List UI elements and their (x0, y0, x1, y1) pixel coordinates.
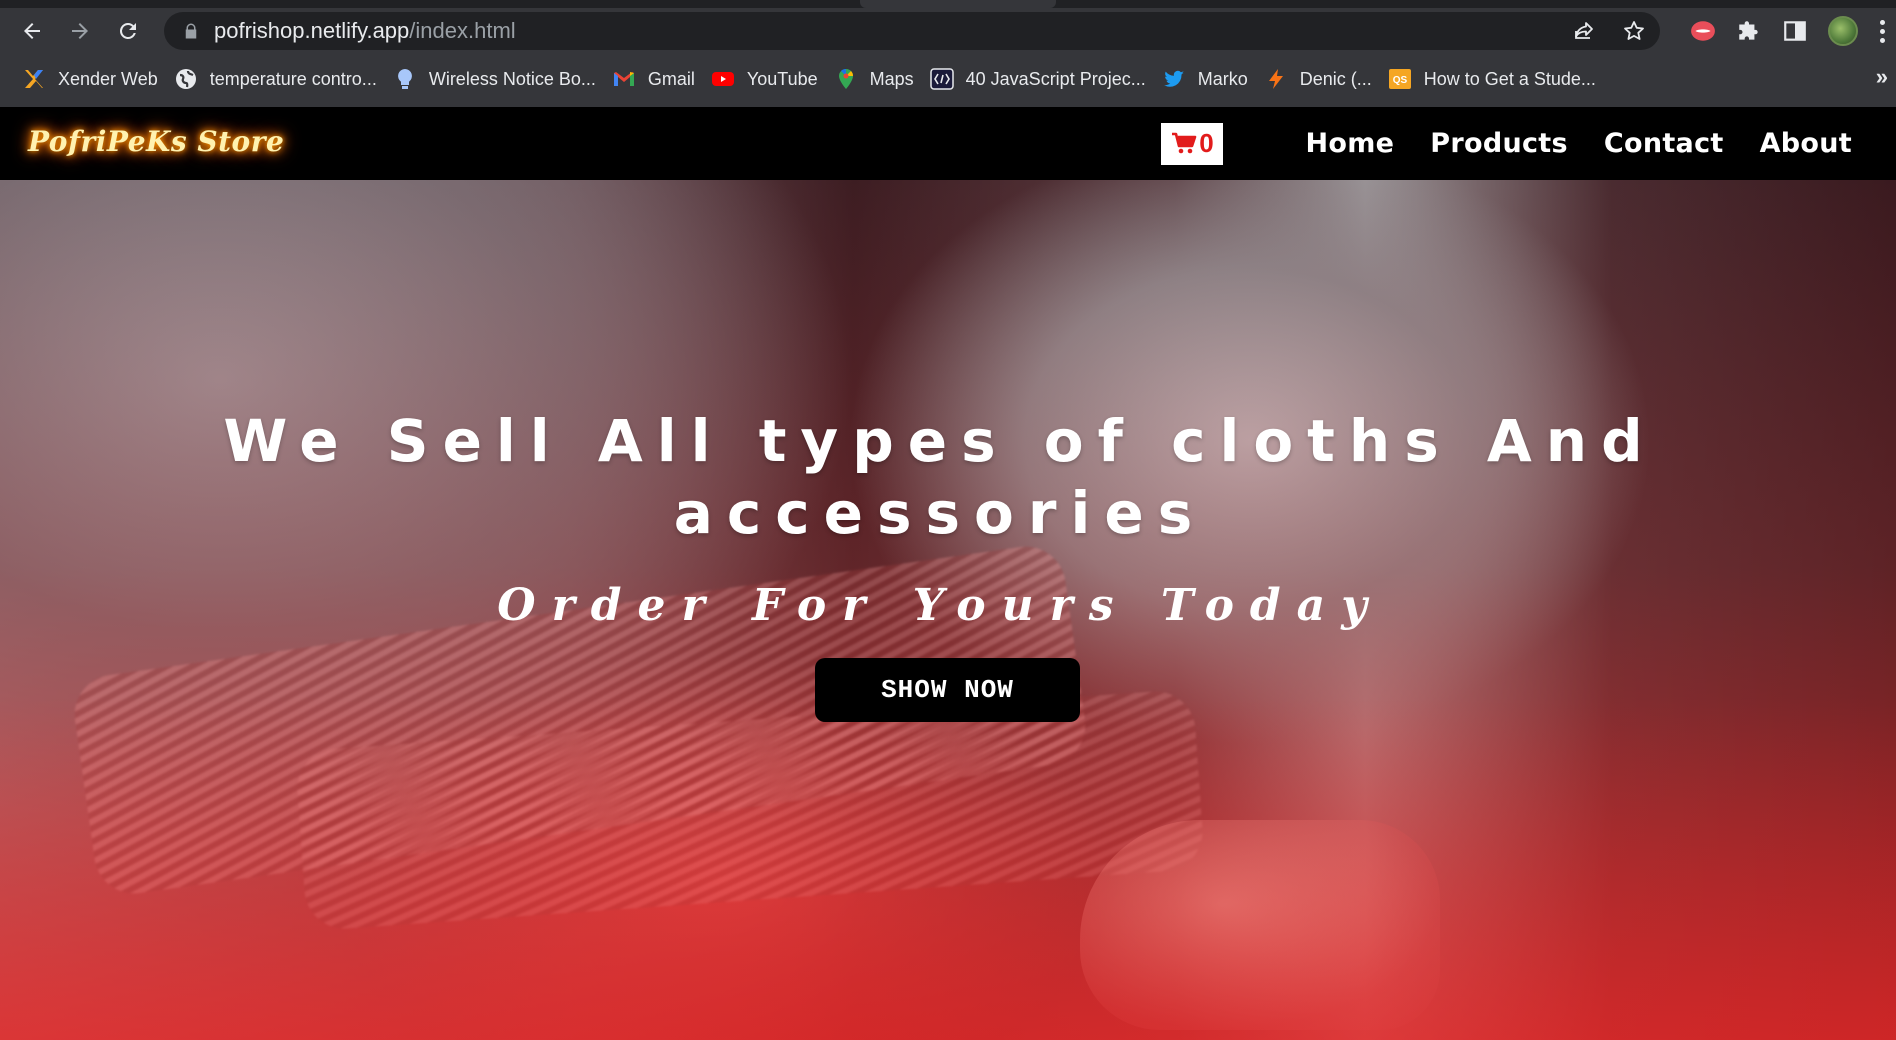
bookmark-item[interactable]: QS How to Get a Stude... (1384, 62, 1608, 96)
extensions-area (1690, 8, 1896, 54)
globe-icon (174, 67, 198, 91)
bolt-icon (1264, 67, 1288, 91)
bookmark-item[interactable]: Marko (1158, 62, 1260, 96)
url-path: /index.html (409, 18, 516, 43)
bookmark-label: Gmail (647, 68, 695, 89)
star-icon[interactable] (1622, 19, 1646, 43)
maps-icon (834, 67, 858, 91)
gmail-icon (612, 67, 636, 91)
nav-products[interactable]: Products (1430, 128, 1568, 159)
cart-button[interactable]: 0 (1161, 122, 1224, 165)
shopping-cart-icon (1172, 132, 1197, 153)
reload-icon (120, 22, 136, 39)
bookmark-item[interactable]: Xender Web (18, 62, 170, 96)
nav-home[interactable]: Home (1305, 128, 1394, 159)
bookmark-label: temperature contro... (209, 68, 377, 89)
url-host: pofrishop.netlify.app (214, 18, 410, 43)
bookmark-item[interactable]: temperature contro... (170, 62, 389, 96)
bookmark-item[interactable]: Wireless Notice Bo... (389, 62, 608, 96)
browser-chrome: pofrishop.netlify.app/index.html Xender … (0, 0, 1896, 107)
address-bar[interactable]: pofrishop.netlify.app/index.html (164, 12, 1660, 50)
code-icon (929, 67, 954, 91)
bookmark-label: Wireless Notice Bo... (428, 68, 596, 89)
youtube-icon (711, 67, 735, 91)
browser-toolbar: pofrishop.netlify.app/index.html (0, 8, 1896, 54)
hero-title: We Sell All types of cloths And accessor… (223, 407, 1657, 547)
bookmark-label: 40 JavaScript Projec... (965, 68, 1146, 89)
bookmark-label: YouTube (746, 68, 818, 89)
hero-subtitle: Order For Yours Today (497, 580, 1383, 631)
site-logo[interactable]: PofriPeKs Store (28, 125, 284, 158)
forward-button[interactable] (60, 11, 100, 51)
tab-strip (0, 0, 1896, 8)
back-button[interactable] (12, 11, 52, 51)
twitter-icon (1162, 67, 1186, 91)
share-icon[interactable] (1572, 19, 1596, 43)
bookmark-label: Marko (1197, 68, 1248, 89)
bookmark-item[interactable]: Gmail (608, 62, 707, 96)
url-text[interactable]: pofrishop.netlify.app/index.html (214, 18, 516, 44)
nav-links: 0 Home Products Contact About (1161, 107, 1852, 180)
bookmark-item[interactable]: Denic (... (1260, 62, 1384, 96)
bookmark-label: How to Get a Stude... (1423, 68, 1596, 89)
xender-icon (22, 67, 46, 91)
web-page: PofriPeKs Store 0 Home Products Contact … (0, 107, 1896, 1040)
bookmark-item[interactable]: 40 JavaScript Projec... (926, 62, 1158, 96)
bookmark-item[interactable]: Maps (830, 62, 926, 96)
site-navbar: PofriPeKs Store 0 Home Products Contact … (0, 107, 1896, 180)
profile-avatar[interactable] (1828, 16, 1858, 46)
browser-menu-icon[interactable] (1878, 19, 1886, 43)
qs-icon: QS (1388, 67, 1412, 91)
svg-text:QS: QS (1393, 75, 1408, 86)
side-panel-icon[interactable] (1782, 18, 1808, 44)
nav-about[interactable]: About (1760, 128, 1852, 159)
nav-contact[interactable]: Contact (1604, 128, 1724, 159)
bookmark-label: Xender Web (58, 68, 158, 89)
bookmark-item[interactable]: YouTube (707, 62, 830, 96)
show-now-button[interactable]: SHOW NOW (815, 658, 1080, 722)
arrow-left-icon (24, 23, 40, 39)
lock-icon[interactable] (182, 22, 200, 40)
puzzle-extensions-icon[interactable] (1736, 18, 1762, 44)
bookmark-label: Denic (... (1299, 68, 1372, 89)
reload-button[interactable] (108, 11, 148, 51)
cart-count: 0 (1199, 128, 1214, 158)
hero-section: We Sell All types of cloths And accessor… (0, 180, 1896, 1040)
lips-extension-icon[interactable] (1690, 18, 1716, 44)
lightbulb-icon (393, 67, 417, 91)
arrow-right-icon (72, 23, 88, 39)
bookmarks-overflow-button[interactable]: » (1876, 64, 1888, 90)
bookmarks-bar: Xender Web temperature contro... Wireles… (0, 58, 1896, 100)
active-tab[interactable] (860, 0, 1056, 8)
address-bar-actions (1572, 12, 1646, 50)
bookmark-label: Maps (869, 68, 914, 89)
